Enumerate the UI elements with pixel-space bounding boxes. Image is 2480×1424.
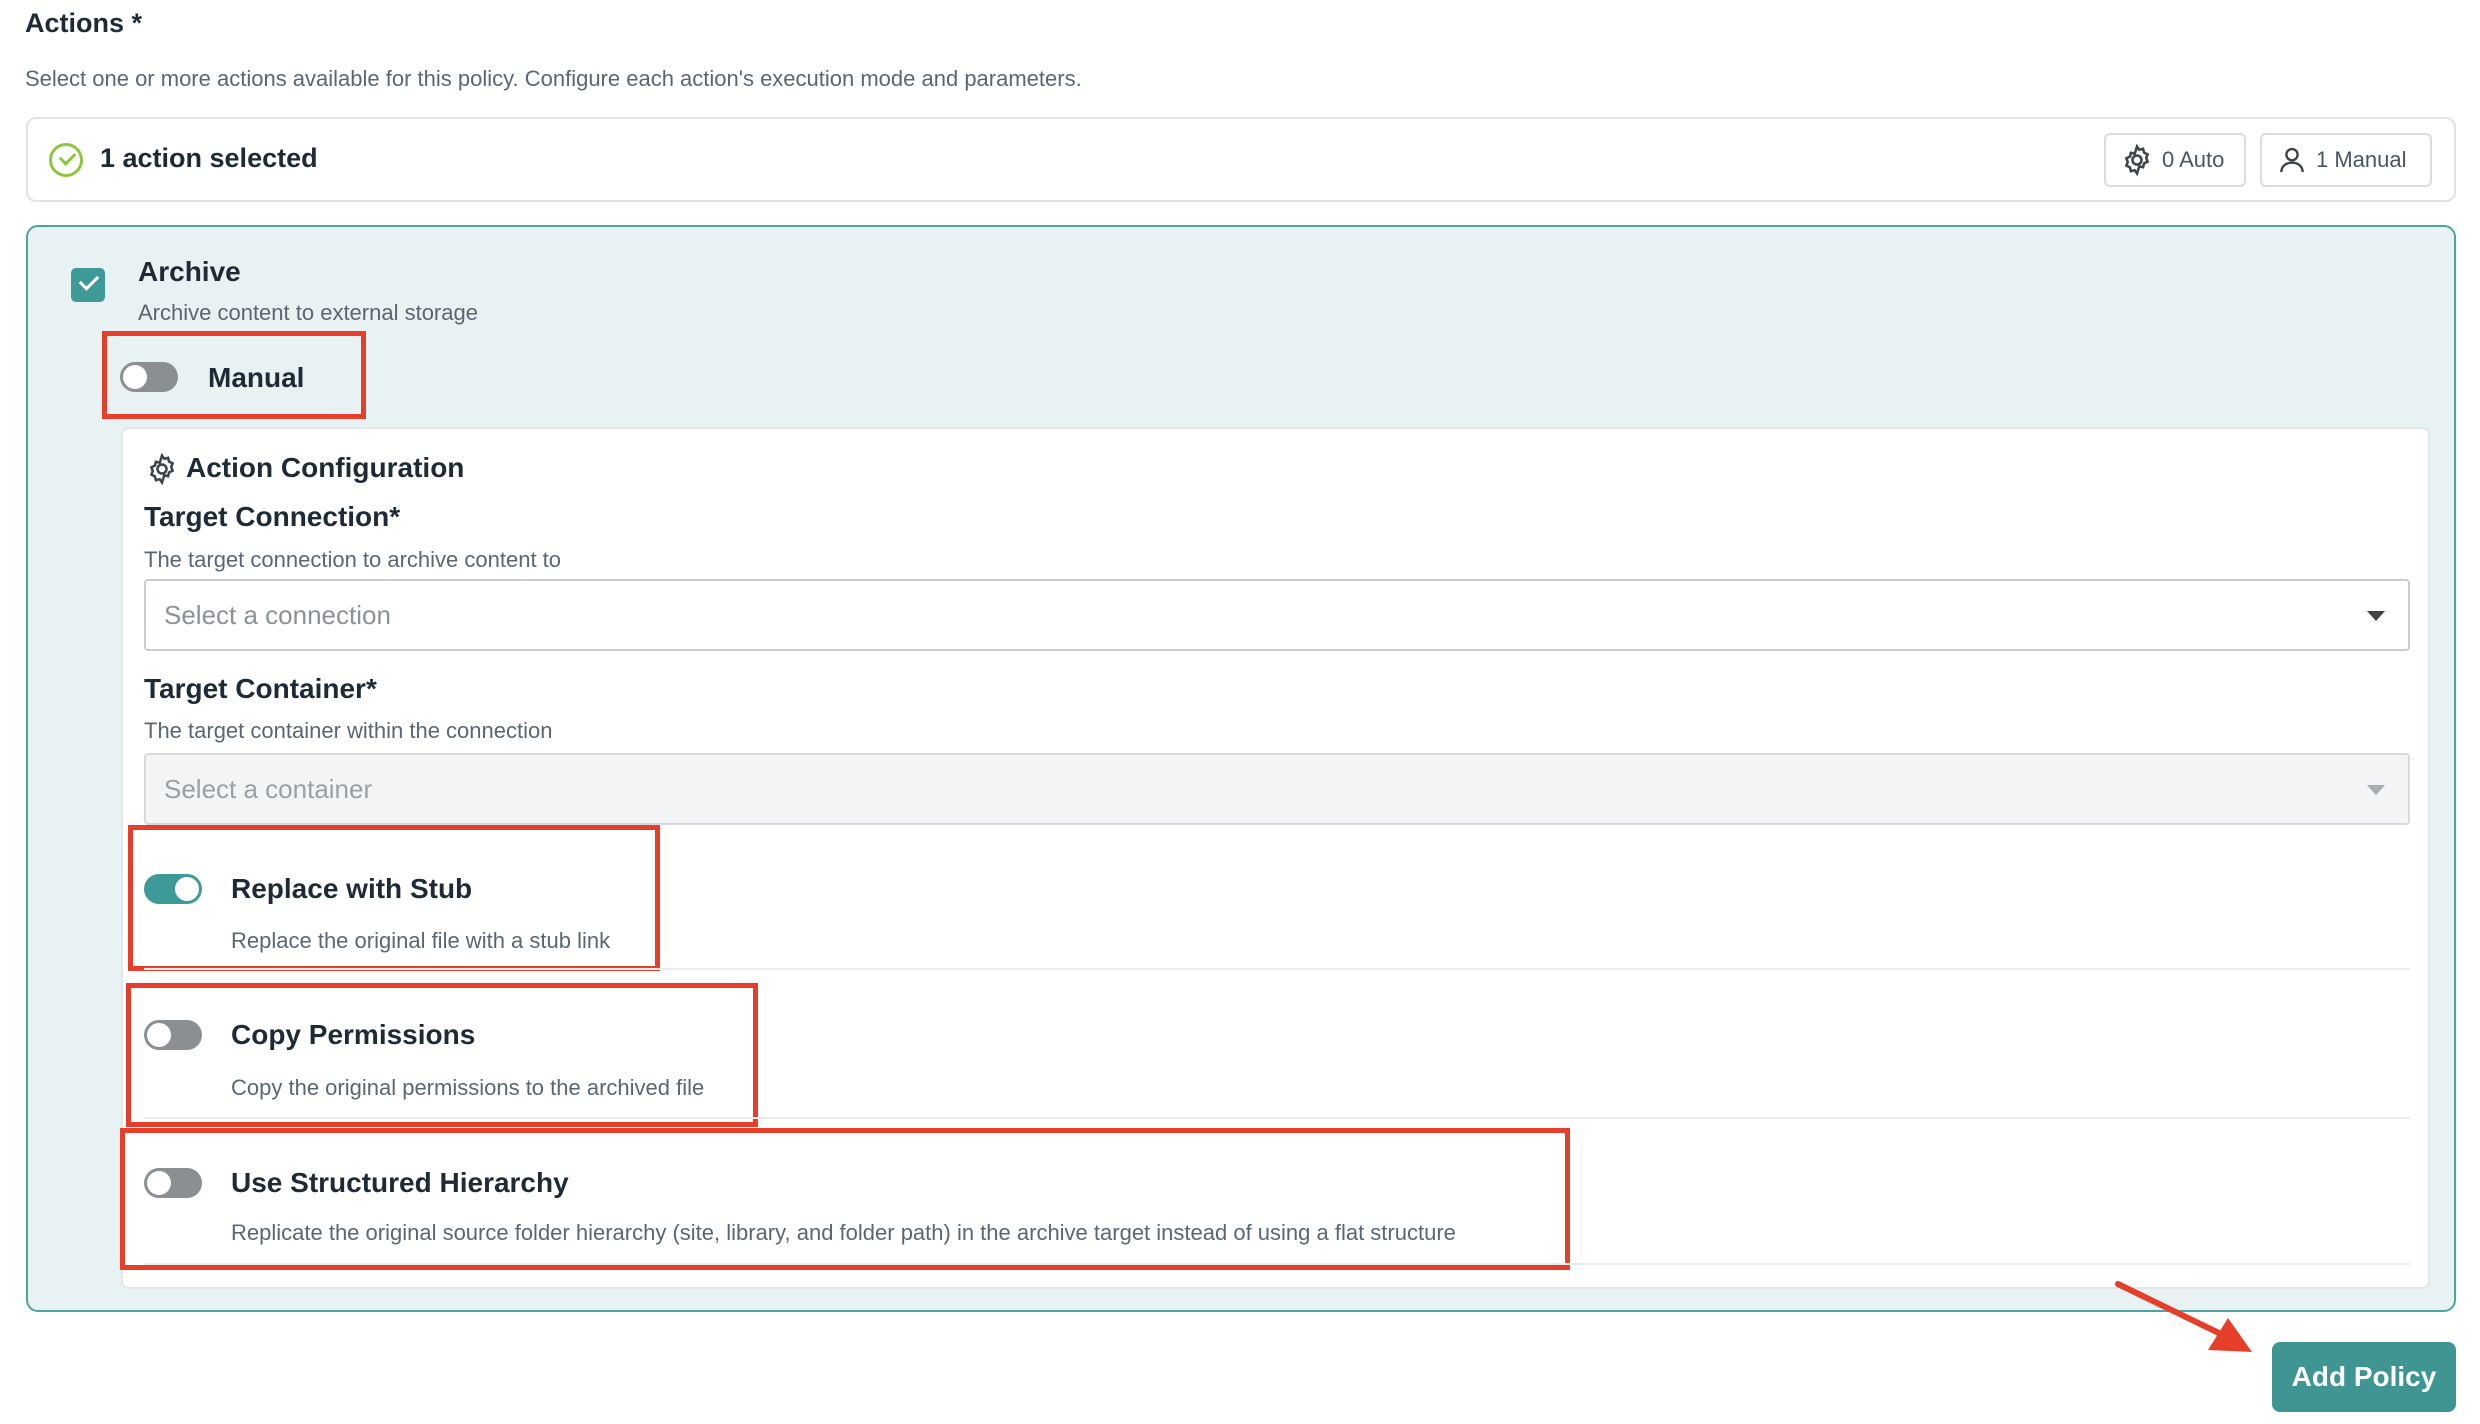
chevron-down-icon[interactable] xyxy=(2367,611,2385,621)
target-container-placeholder: Select a container xyxy=(164,773,373,804)
target-container-help: The target container within the connecti… xyxy=(144,718,553,743)
selected-count-text: 1 action selected xyxy=(100,143,318,173)
structured-hierarchy-toggle[interactable] xyxy=(144,1168,202,1198)
option-divider xyxy=(144,968,2410,970)
target-connection-label: Target Connection* xyxy=(144,501,401,532)
option-divider xyxy=(144,1263,2410,1265)
check-circle-icon xyxy=(49,143,83,177)
replace-with-stub-label: Replace with Stub xyxy=(231,873,473,904)
auto-count-label: 0 Auto xyxy=(2162,147,2225,172)
manual-count-chip: 1 Manual xyxy=(2260,133,2432,187)
replace-with-stub-description: Replace the original file with a stub li… xyxy=(231,928,611,953)
add-policy-button[interactable]: Add Policy xyxy=(2272,1342,2456,1412)
manual-mode-toggle[interactable] xyxy=(120,362,178,392)
copy-permissions-label: Copy Permissions xyxy=(231,1019,476,1050)
target-connection-help: The target connection to archive content… xyxy=(144,547,562,572)
target-connection-placeholder: Select a connection xyxy=(164,599,391,630)
actions-section-title: Actions * xyxy=(25,8,143,38)
manual-count-label: 1 Manual xyxy=(2316,147,2407,172)
copy-permissions-toggle[interactable] xyxy=(144,1020,202,1050)
gear-icon xyxy=(149,452,175,486)
target-connection-select[interactable]: Select a connection xyxy=(144,579,2410,651)
highlight-box-structured-hierarchy xyxy=(120,1128,1570,1270)
gear-icon xyxy=(2124,143,2150,177)
option-divider xyxy=(144,1117,2410,1119)
target-container-select[interactable]: Select a container xyxy=(144,753,2410,825)
action-description: Archive content to external storage xyxy=(138,300,478,325)
manual-mode-label: Manual xyxy=(208,362,305,393)
target-container-label: Target Container* xyxy=(144,673,377,704)
action-name: Archive xyxy=(138,256,241,287)
structured-hierarchy-description: Replicate the original source folder hie… xyxy=(231,1220,1456,1245)
action-configuration-title: Action Configuration xyxy=(186,452,465,483)
arrow-annotation-icon xyxy=(2115,1281,2252,1352)
highlight-box-copy-permissions xyxy=(126,983,758,1127)
actions-section-description: Select one or more actions available for… xyxy=(25,66,1082,91)
structured-hierarchy-label: Use Structured Hierarchy xyxy=(231,1167,569,1198)
archive-checkbox[interactable] xyxy=(71,268,105,302)
actions-summary-bar xyxy=(26,117,2456,202)
chevron-down-icon xyxy=(2367,785,2385,795)
replace-with-stub-toggle[interactable] xyxy=(144,874,202,904)
auto-count-chip: 0 Auto xyxy=(2104,133,2246,187)
copy-permissions-description: Copy the original permissions to the arc… xyxy=(231,1075,705,1100)
user-icon xyxy=(2280,147,2304,173)
